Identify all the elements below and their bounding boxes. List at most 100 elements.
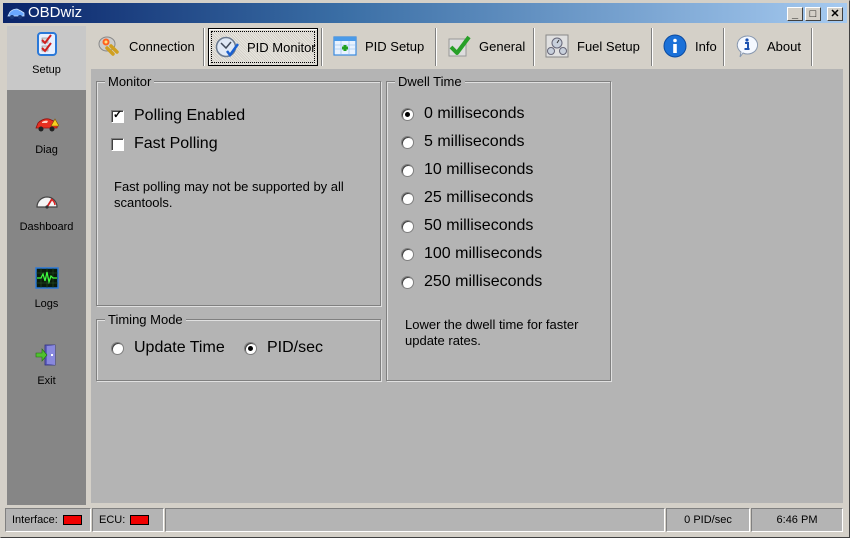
radio-label: 250 milliseconds [424,273,543,290]
fast-polling-checkbox[interactable]: Fast Polling [111,135,218,153]
ecu-status-panel: ECU: [92,508,164,532]
group-legend: Monitor [105,74,155,89]
pid-rate-panel: 0 PID/sec [666,508,750,532]
dwell-time-group: Dwell Time 0 milliseconds 5 milliseconds… [386,74,611,381]
radio-label: 10 milliseconds [424,161,534,178]
tab-fuel-setup[interactable]: Fuel Setup [535,28,649,64]
group-legend: Dwell Time [395,74,465,89]
radio-label: Update Time [134,339,225,356]
sidebar-item-dashboard[interactable]: Dashboard [7,183,86,247]
sidebar-item-label: Dashboard [19,221,74,233]
tab-label: PID Monitor [247,39,316,55]
dwell-50ms-radio[interactable]: 50 milliseconds [401,217,533,235]
ecu-status-led [130,515,150,526]
tab-label: Fuel Setup [577,38,640,54]
tab-pid-setup[interactable]: PID Setup [323,28,433,64]
title-bar[interactable]: OBDwiz _ □ ✕ [3,3,847,23]
dwell-250ms-radio[interactable]: 250 milliseconds [401,273,542,291]
exit-door-icon [35,344,56,366]
dwell-0ms-radio[interactable]: 0 milliseconds [401,105,524,123]
app-window: OBDwiz _ □ ✕ Setup Diag Dashboard Logs E… [0,0,850,538]
tab-label: PID Setup [365,38,425,54]
radio-circle[interactable] [401,219,414,233]
minimize-button[interactable]: _ [787,7,803,21]
radio-label: 50 milliseconds [424,217,534,234]
radio-circle[interactable] [401,163,414,177]
fuel-gauges-icon [545,34,569,58]
radio-label: 5 milliseconds [424,133,525,150]
car-app-icon [7,8,25,19]
tab-general[interactable]: General [437,28,533,64]
interface-label: Interface: [12,514,58,526]
about-bubble-icon [736,35,759,58]
tab-label: General [479,38,526,54]
status-bar: Interface: ECU: 0 PID/sec 6:46 PM [5,508,847,534]
timing-mode-group: Timing Mode Update Time PID/sec [96,312,381,381]
maximize-button[interactable]: □ [805,7,821,21]
waveform-monitor-icon [35,267,59,289]
checklist-icon [37,32,57,56]
fast-polling-note: Fast polling may not be supported by all… [114,179,344,210]
radio-label: 100 milliseconds [424,245,543,262]
sidebar-item-exit[interactable]: Exit [7,337,86,401]
radio-circle[interactable] [401,107,414,121]
dwell-5ms-radio[interactable]: 5 milliseconds [401,133,524,151]
dwell-10ms-radio[interactable]: 10 milliseconds [401,161,533,179]
tab-pid-monitor[interactable]: PID Monitor [208,28,318,66]
radio-circle[interactable] [401,135,414,149]
checkmark-icon [448,35,471,57]
gauge-icon [36,196,58,209]
sidebar-item-label: Setup [32,64,61,76]
interface-status-led [62,515,82,526]
checkmark-icon: ✓ [113,108,123,121]
tab-about[interactable]: About [725,28,809,64]
checkbox-label: Fast Polling [134,135,218,152]
radio-circle[interactable] [111,341,124,355]
pid-monitor-icon [215,36,239,58]
tab-info[interactable]: Info [653,28,723,64]
window-title: OBDwiz [28,4,83,21]
tab-label: Info [695,38,717,54]
table-add-icon [333,36,357,56]
tab-label: About [767,38,801,54]
sidebar-item-label: Exit [37,375,56,387]
pid-monitor-panel: Monitor ✓ Polling Enabled Fast Polling F… [91,69,843,503]
radio-label: 0 milliseconds [424,105,525,122]
polling-enabled-checkbox[interactable]: ✓ Polling Enabled [111,107,245,125]
status-message-panel [165,508,665,532]
clock-panel: 6:46 PM [751,508,843,532]
radio-label: PID/sec [267,339,324,356]
sidebar-item-setup[interactable]: Setup [7,26,86,90]
sidebar-item-logs[interactable]: Logs [7,260,86,324]
tab-label: Connection [129,38,195,54]
monitor-group: Monitor ✓ Polling Enabled Fast Polling F… [96,74,381,306]
tab-bar: Connection PID Monitor PID Setup General… [87,26,843,68]
checkbox-box[interactable]: ✓ [111,108,124,123]
pid-per-sec-radio[interactable]: PID/sec [244,339,323,357]
sidebar-item-label: Diag [35,144,58,156]
checkbox-label: Polling Enabled [134,107,246,124]
checkbox-box[interactable] [111,137,124,151]
dwell-time-note: Lower the dwell time for faster update r… [405,317,579,348]
radio-circle[interactable] [244,341,257,355]
tab-separator [811,28,813,66]
tab-connection[interactable]: Connection [87,28,199,64]
sidebar-item-label: Logs [34,298,59,310]
update-time-radio[interactable]: Update Time [111,339,225,357]
dwell-25ms-radio[interactable]: 25 milliseconds [401,189,533,207]
interface-status-panel: Interface: [5,508,91,532]
info-icon [663,34,687,58]
radio-selected-dot [248,345,253,351]
dwell-100ms-radio[interactable]: 100 milliseconds [401,245,542,263]
sidebar: Setup Diag Dashboard Logs Exit [7,26,86,505]
ecu-label: ECU: [99,514,126,526]
radio-circle[interactable] [401,247,414,261]
sidebar-item-diag[interactable]: Diag [7,106,86,170]
plug-connector-icon [98,36,119,56]
radio-circle[interactable] [401,191,414,205]
close-button[interactable]: ✕ [827,7,843,21]
radio-circle[interactable] [401,275,414,289]
tab-separator [203,28,205,66]
car-warning-icon [35,118,59,132]
radio-selected-dot [405,111,410,117]
